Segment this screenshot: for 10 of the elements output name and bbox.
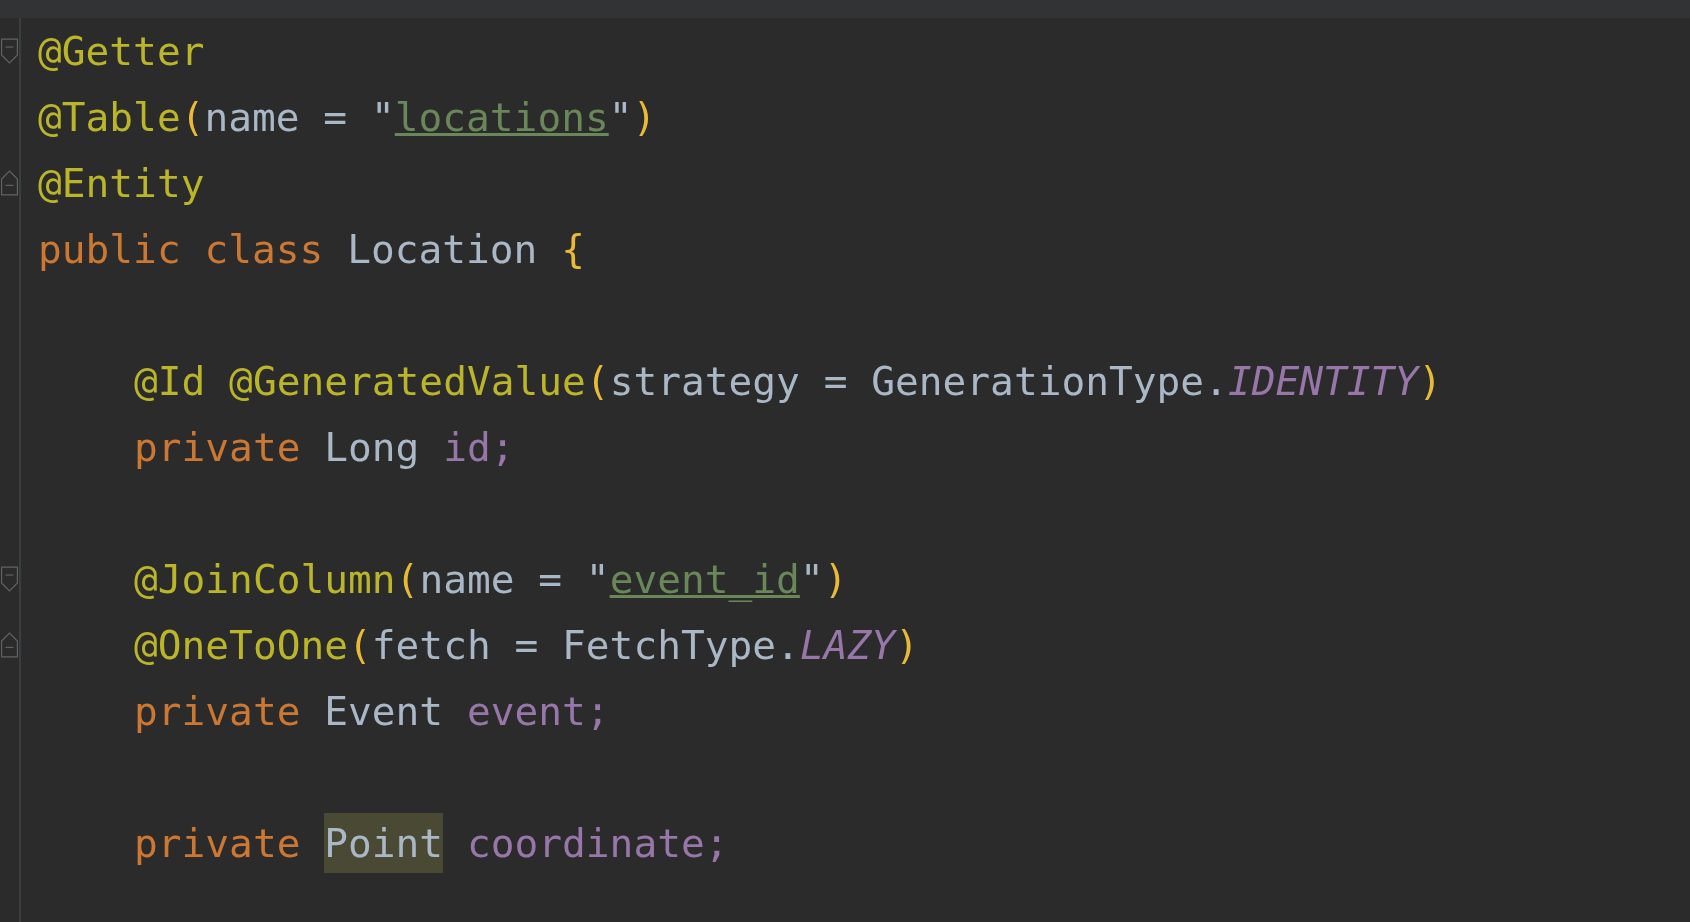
code-line: @JoinColumn(name = "event_id") bbox=[134, 555, 848, 604]
code-line: private Point coordinate; bbox=[134, 813, 729, 873]
code-line: @Entity bbox=[38, 159, 205, 208]
code-line: private Long id; bbox=[134, 423, 515, 472]
code-line: public class Location { bbox=[38, 225, 585, 274]
code-line: @OneToOne(fetch = FetchType.LAZY) bbox=[134, 621, 919, 670]
code-line: @Getter bbox=[38, 27, 205, 76]
code-line: @Table(name = "locations") bbox=[38, 93, 657, 142]
code-line: @Id @GeneratedValue(strategy = GenerationType.IDENTITY) bbox=[134, 357, 1442, 406]
code-line: private Event event; bbox=[134, 687, 610, 736]
